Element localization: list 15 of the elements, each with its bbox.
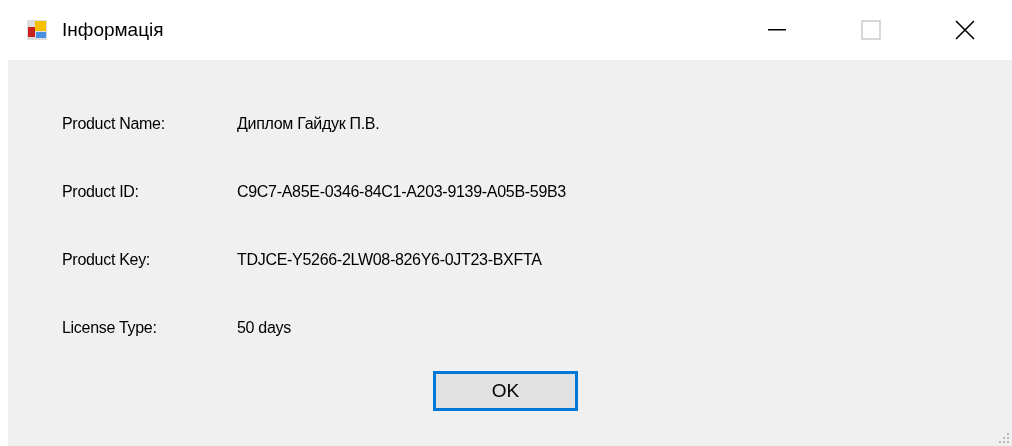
field-label: Product Key:	[62, 251, 151, 269]
window-title: Інформація	[62, 19, 165, 41]
ok-button[interactable]: OK	[433, 371, 578, 411]
minimize-icon	[768, 29, 786, 31]
field-value: C9C7-A85E-0346-84C1-A203-9139-A05B-59B3	[237, 183, 566, 201]
field-value: Диплом Гайдук П.В.	[237, 115, 380, 133]
close-icon	[955, 20, 975, 40]
field-value: TDJCE-Y5266-2LW08-826Y6-0JT23-BXFTA	[237, 251, 542, 269]
field-value: 50 days	[237, 319, 291, 337]
resize-grip-icon	[998, 432, 1010, 444]
field-label: License Type:	[62, 319, 158, 337]
field-label: Product Name:	[62, 115, 166, 133]
field-label: Product ID:	[62, 183, 140, 201]
app-icon	[26, 19, 48, 41]
maximize-icon	[861, 20, 881, 40]
